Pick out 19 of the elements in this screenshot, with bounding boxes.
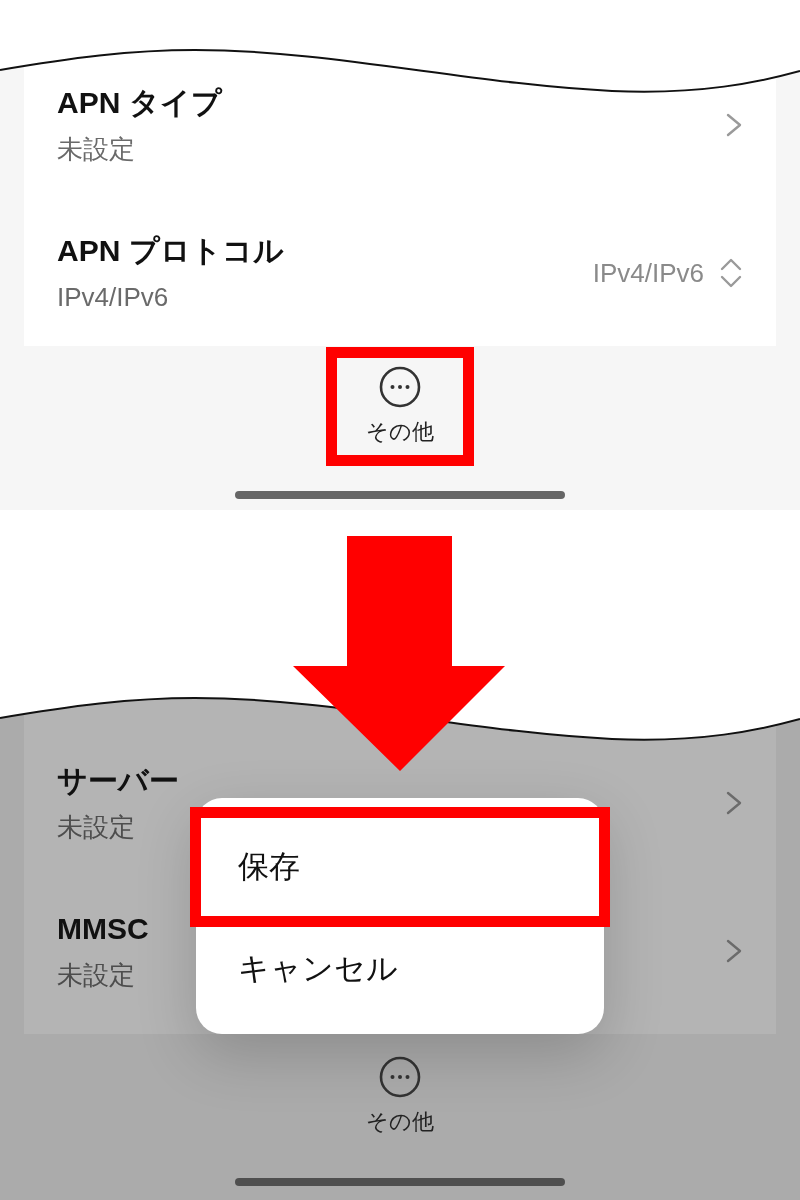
more-button[interactable]: その他 <box>326 347 474 466</box>
chevron-right-icon <box>726 939 742 963</box>
setting-title[interactable]: MMSC <box>57 909 149 949</box>
setting-subtitle: 未設定 <box>57 133 135 166</box>
menu-item[interactable]: キャンセル <box>196 927 604 1011</box>
setting-subtitle: IPv4/IPv6 <box>57 281 169 314</box>
setting-title[interactable]: APN タイプ <box>57 83 222 123</box>
chevron-right-icon <box>726 113 742 137</box>
menu-item[interactable]: 保存 <box>190 807 610 927</box>
setting-title[interactable]: APN プロトコル <box>57 231 284 271</box>
up-down-chevron-icon <box>720 258 742 288</box>
setting-title[interactable]: サーバー <box>57 761 179 801</box>
setting-subtitle: 未設定 <box>57 811 135 844</box>
setting-subtitle: 未設定 <box>57 959 135 992</box>
selected-value: IPv4/IPv6 <box>592 257 704 290</box>
more-options-icon <box>379 1056 421 1098</box>
more-options-icon <box>379 366 421 408</box>
more-button[interactable]: その他 <box>326 1037 474 1156</box>
chevron-right-icon <box>726 791 742 815</box>
